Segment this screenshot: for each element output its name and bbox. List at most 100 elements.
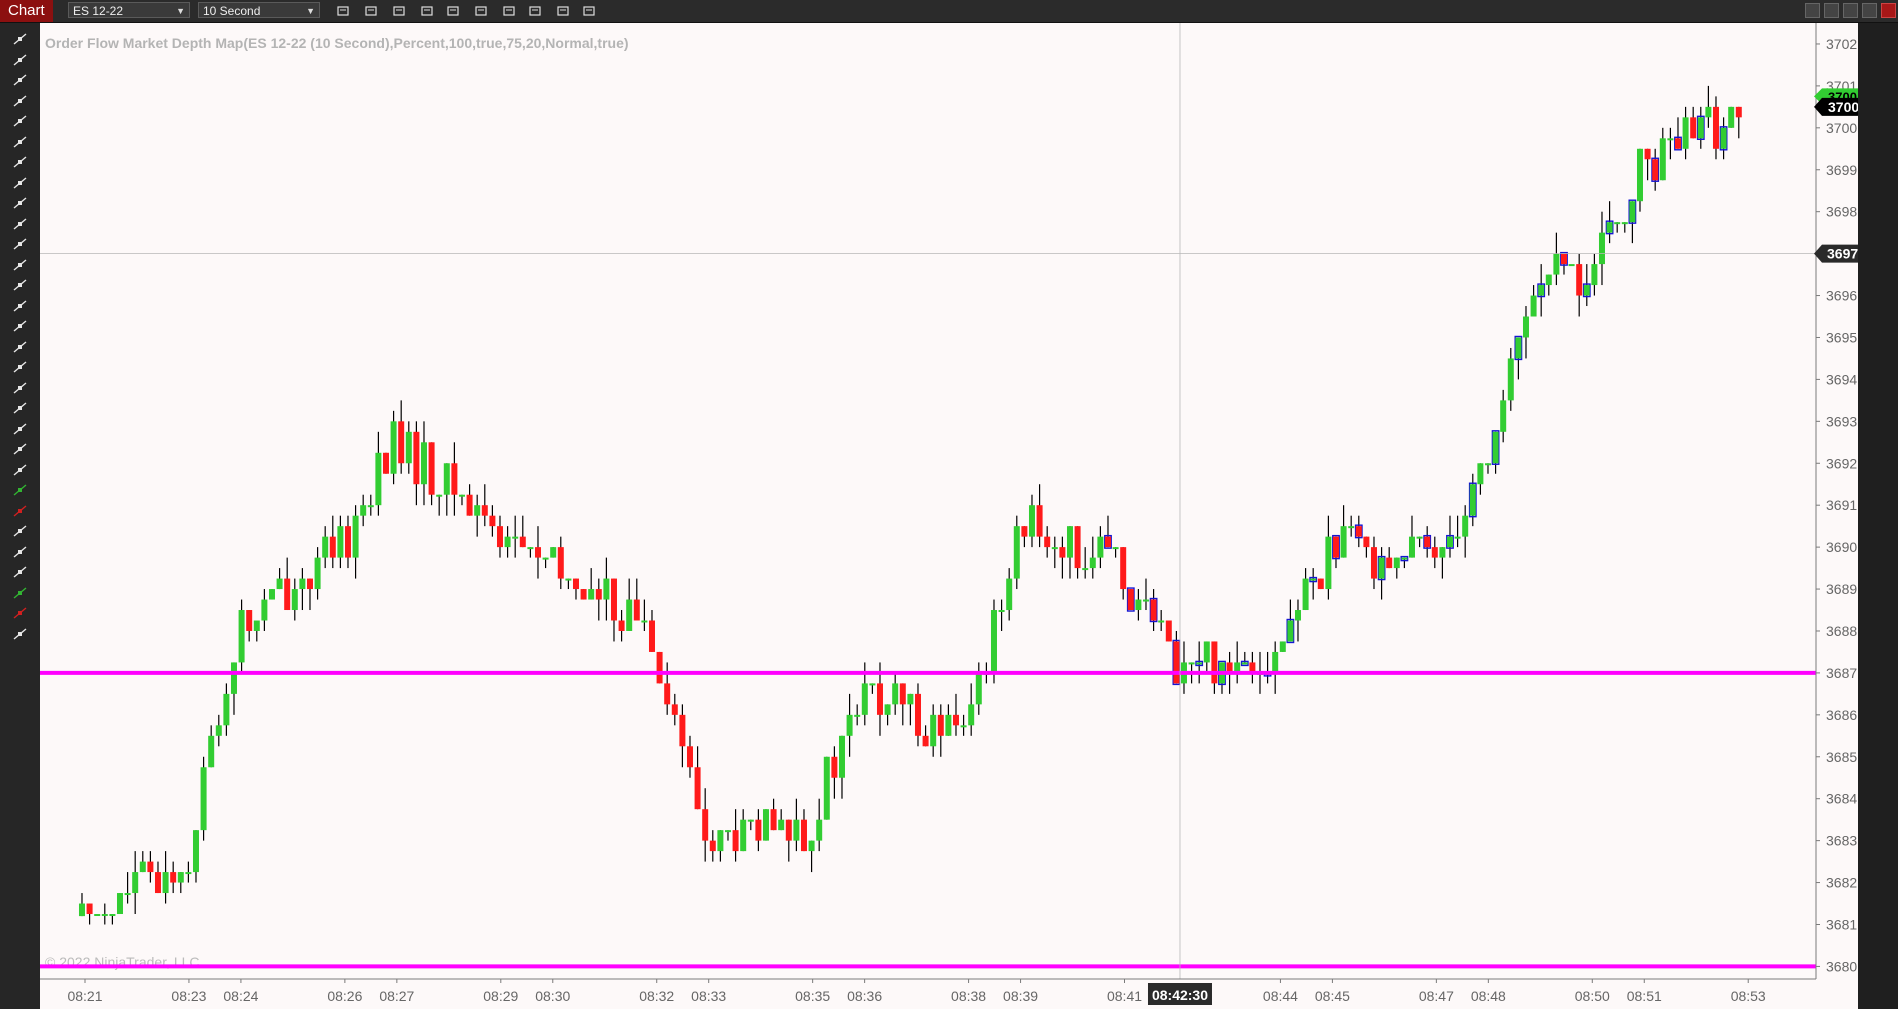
templates-icon[interactable] (580, 2, 598, 20)
lines-menu-icon[interactable] (10, 31, 30, 47)
extended-line-icon[interactable] (10, 154, 30, 170)
price-tick-label: 3680.00 (1826, 958, 1858, 974)
crosshair-icon[interactable] (444, 2, 462, 20)
up-candle (1097, 536, 1104, 558)
down-candle (694, 767, 701, 810)
up-candle (1196, 662, 1203, 665)
triangle-down-icon[interactable] (10, 605, 30, 621)
price-chart[interactable]: Order Flow Market Depth Map(ES 12-22 (10… (40, 23, 1858, 1009)
arc-icon[interactable] (10, 441, 30, 457)
data-box-icon[interactable] (472, 2, 490, 20)
up-candle (230, 662, 237, 694)
horizontal-line-icon[interactable] (10, 195, 30, 211)
bars-type-icon[interactable] (334, 2, 352, 20)
chevron-down-icon: ▼ (176, 6, 185, 16)
down-candle (633, 599, 640, 621)
minimize-button[interactable] (1843, 3, 1858, 18)
up-candle (124, 893, 131, 896)
select-icon[interactable] (10, 72, 30, 88)
zoom-in-icon[interactable] (390, 2, 408, 20)
up-candle (94, 914, 101, 917)
up-candle (603, 578, 610, 600)
up-candle (945, 714, 952, 736)
triangle-up-icon[interactable] (10, 585, 30, 601)
down-candle (831, 756, 838, 778)
up-candle (101, 914, 108, 917)
cascade-window-button[interactable] (1824, 3, 1839, 18)
up-candle (1606, 222, 1613, 233)
up-candle (1158, 620, 1165, 623)
up-candle (747, 819, 754, 822)
andrews-pitchfork-icon[interactable] (10, 318, 30, 334)
maximize-button[interactable] (1862, 3, 1877, 18)
square-icon[interactable] (10, 564, 30, 580)
up-candle (869, 683, 876, 686)
delete-icon[interactable] (10, 626, 30, 642)
up-candle (1614, 222, 1621, 225)
up-candle (1720, 127, 1727, 149)
fib-extension-icon[interactable] (10, 257, 30, 273)
plot-area[interactable] (40, 23, 1816, 979)
vertical-line-icon[interactable] (10, 216, 30, 232)
regression-channel-icon[interactable] (10, 359, 30, 375)
up-candle (443, 463, 450, 495)
up-candle (816, 819, 823, 841)
up-candle (1028, 505, 1035, 537)
up-candle (504, 536, 511, 548)
down-candle (785, 819, 792, 841)
down-candle (1424, 536, 1431, 548)
gann-fan-icon[interactable] (10, 339, 30, 355)
up-candle (1545, 274, 1552, 286)
down-candle (1173, 641, 1180, 684)
arrow-down-icon[interactable] (10, 503, 30, 519)
path-icon[interactable] (10, 462, 30, 478)
price-tick-label: 3683.00 (1826, 833, 1858, 849)
down-candle (1332, 536, 1339, 558)
price-tick-label: 3692.00 (1826, 455, 1858, 471)
up-candle (268, 589, 275, 600)
close-button[interactable] (1881, 3, 1896, 18)
time-tick-label: 08:47 (1419, 988, 1454, 1004)
arrow-up-icon[interactable] (10, 482, 30, 498)
strategies-icon[interactable] (526, 2, 544, 20)
up-candle (588, 589, 595, 600)
fib-time-icon[interactable] (10, 277, 30, 293)
up-candle (405, 431, 412, 464)
up-candle (1522, 316, 1529, 338)
up-candle (724, 830, 731, 833)
fib-circle-icon[interactable] (10, 298, 30, 314)
up-candle (1287, 620, 1294, 642)
rectangle-icon[interactable] (10, 400, 30, 416)
up-candle (390, 421, 397, 474)
instrument-selector[interactable]: ES 12-22 ▼ (68, 2, 190, 18)
indicators-icon[interactable] (554, 2, 572, 20)
interval-selector[interactable]: 10 Second ▼ (198, 2, 320, 18)
last-price-label: 3700.50 (1828, 99, 1858, 115)
up-candle (1135, 599, 1142, 611)
fib-retracement-icon[interactable] (10, 236, 30, 252)
triangle-icon[interactable] (10, 421, 30, 437)
draw-pencil-icon[interactable] (362, 2, 380, 20)
down-candle (1150, 599, 1157, 621)
drawing-tools-panel (0, 23, 41, 1009)
arrow-line-icon[interactable] (10, 175, 30, 191)
properties-icon[interactable] (500, 2, 518, 20)
diamond-icon[interactable] (10, 523, 30, 539)
dot-icon[interactable] (10, 544, 30, 560)
down-candle (679, 714, 686, 747)
up-candle (778, 819, 785, 831)
time-tick-label: 08:24 (223, 988, 258, 1004)
down-candle (1021, 526, 1028, 537)
ray-icon[interactable] (10, 134, 30, 150)
up-candle (960, 725, 967, 728)
price-tick-label: 3696.00 (1826, 288, 1858, 304)
ruler-icon[interactable] (10, 52, 30, 68)
line-icon[interactable] (10, 113, 30, 129)
time-tick-label: 08:36 (847, 988, 882, 1004)
zoom-out-icon[interactable] (418, 2, 436, 20)
region-icon[interactable] (10, 93, 30, 109)
ellipse-icon[interactable] (10, 380, 30, 396)
chart-tab[interactable]: Chart (0, 0, 53, 22)
tile-window-button[interactable] (1805, 3, 1820, 18)
up-candle (626, 599, 633, 631)
